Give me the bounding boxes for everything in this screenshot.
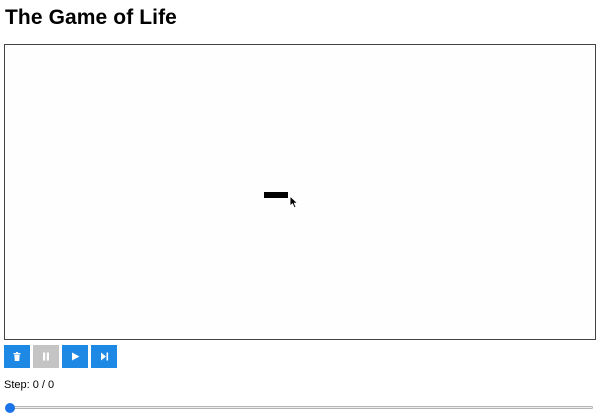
mouse-cursor-icon xyxy=(289,195,299,209)
play-icon xyxy=(71,352,79,361)
clear-button[interactable] xyxy=(4,345,30,368)
game-of-life-page: The Game of Life Step: 0 / 0 xyxy=(0,0,600,420)
step-forward-icon xyxy=(100,352,108,361)
step-forward-button[interactable] xyxy=(91,345,117,368)
step-slider[interactable] xyxy=(9,406,593,409)
control-bar xyxy=(4,345,117,368)
pause-button[interactable] xyxy=(33,345,59,368)
trash-icon xyxy=(13,352,21,361)
live-cell-row xyxy=(264,192,288,198)
step-counter: Step: 0 / 0 xyxy=(4,379,55,391)
pause-icon xyxy=(43,352,49,361)
life-board[interactable] xyxy=(4,44,596,340)
step-slider-thumb[interactable] xyxy=(5,403,15,413)
page-title: The Game of Life xyxy=(5,6,177,29)
live-cell xyxy=(272,192,280,198)
live-cell xyxy=(280,192,288,198)
play-button[interactable] xyxy=(62,345,88,368)
live-cell xyxy=(264,192,272,198)
